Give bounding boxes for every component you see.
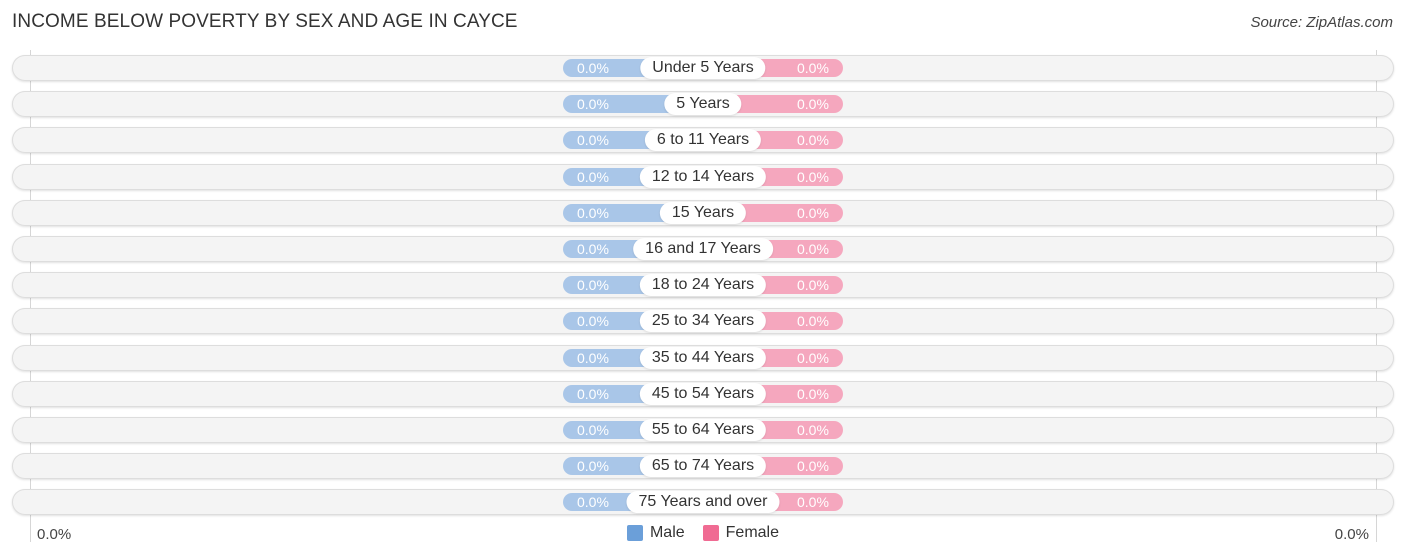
category-label: 55 to 64 Years <box>639 419 767 441</box>
value-label-male: 0.0% <box>577 350 609 366</box>
value-label-male: 0.0% <box>577 169 609 185</box>
value-label-male: 0.0% <box>577 458 609 474</box>
legend: Male Female <box>0 524 1406 542</box>
value-label-male: 0.0% <box>577 494 609 510</box>
value-label-female: 0.0% <box>797 386 829 402</box>
category-label: 5 Years <box>664 93 742 115</box>
value-label-male: 0.0% <box>577 96 609 112</box>
value-label-male: 0.0% <box>577 313 609 329</box>
value-label-male: 0.0% <box>577 386 609 402</box>
value-label-female: 0.0% <box>797 241 829 257</box>
value-label-male: 0.0% <box>577 60 609 76</box>
category-label: 75 Years and over <box>626 491 780 513</box>
category-label: 25 to 34 Years <box>639 310 767 332</box>
value-label-male: 0.0% <box>577 422 609 438</box>
value-label-female: 0.0% <box>797 205 829 221</box>
category-label: 18 to 24 Years <box>639 274 767 296</box>
value-label-female: 0.0% <box>797 422 829 438</box>
source-label: Source: ZipAtlas.com <box>1250 14 1393 31</box>
category-label: 16 and 17 Years <box>633 238 773 260</box>
category-label: Under 5 Years <box>640 57 766 79</box>
category-label: 35 to 44 Years <box>639 347 767 369</box>
value-label-female: 0.0% <box>797 494 829 510</box>
value-label-female: 0.0% <box>797 60 829 76</box>
legend-label-female: Female <box>725 524 780 541</box>
legend-swatch-female <box>702 525 719 541</box>
value-label-female: 0.0% <box>797 277 829 293</box>
value-label-male: 0.0% <box>577 277 609 293</box>
value-label-female: 0.0% <box>797 96 829 112</box>
legend-item-female[interactable]: Female <box>702 524 780 542</box>
category-label: 6 to 11 Years <box>644 129 762 151</box>
value-label-female: 0.0% <box>797 458 829 474</box>
legend-swatch-male <box>626 525 643 541</box>
value-label-female: 0.0% <box>797 132 829 148</box>
chart-title: INCOME BELOW POVERTY BY SEX AND AGE IN C… <box>12 11 518 32</box>
legend-item-male[interactable]: Male <box>626 524 685 542</box>
value-label-male: 0.0% <box>577 132 609 148</box>
legend-label-male: Male <box>649 524 685 541</box>
category-label: 15 Years <box>659 202 747 224</box>
value-label-female: 0.0% <box>797 169 829 185</box>
value-label-male: 0.0% <box>577 241 609 257</box>
category-label: 65 to 74 Years <box>639 455 767 477</box>
value-label-female: 0.0% <box>797 313 829 329</box>
value-label-female: 0.0% <box>797 350 829 366</box>
category-label: 12 to 14 Years <box>639 166 767 188</box>
category-label: 45 to 54 Years <box>639 383 767 405</box>
value-label-male: 0.0% <box>577 205 609 221</box>
